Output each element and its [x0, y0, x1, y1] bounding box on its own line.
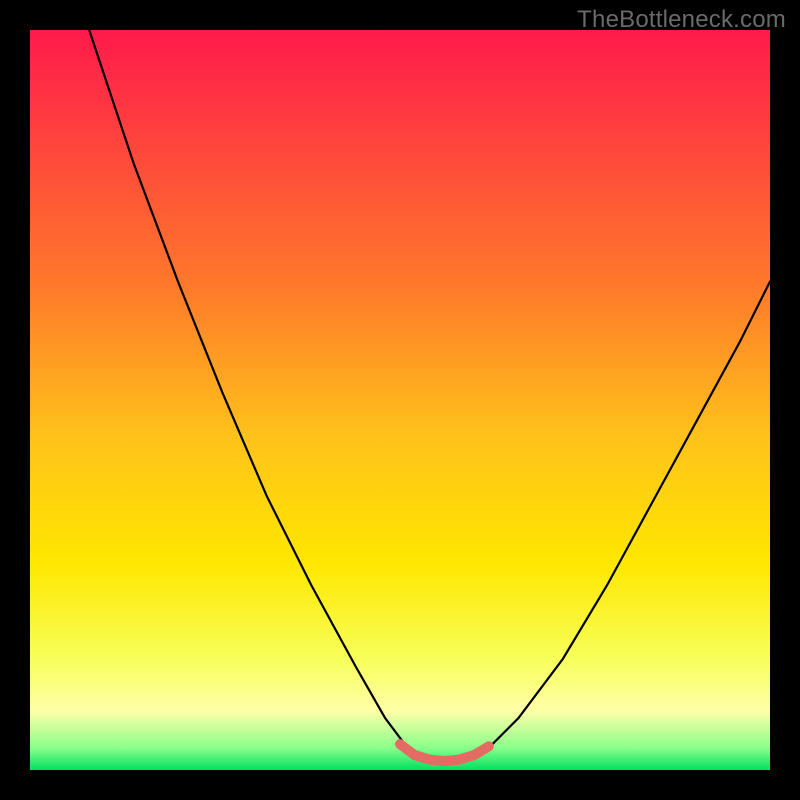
optimum-band: [400, 744, 489, 761]
chart-root: TheBottleneck.com: [0, 0, 800, 800]
curve-right-branch: [489, 282, 770, 748]
curve-left-branch: [89, 30, 407, 748]
curve-layer: [30, 30, 770, 770]
watermark-text: TheBottleneck.com: [577, 6, 786, 34]
